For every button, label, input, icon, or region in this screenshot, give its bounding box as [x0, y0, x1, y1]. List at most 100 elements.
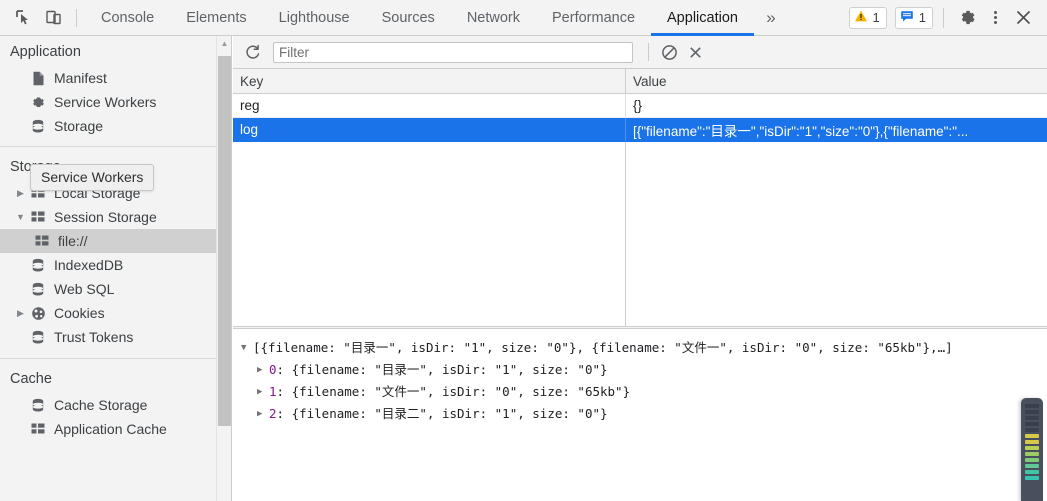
- preview-child-row[interactable]: ▶ 0 : {filename: "目录一", isDir: "1", size…: [233, 359, 1047, 381]
- storage-panel: Key Value reg {} log [{"filename":"目录一",…: [233, 36, 1047, 501]
- table-icon: [32, 233, 52, 249]
- gear-icon[interactable]: [953, 1, 981, 35]
- more-tabs-label: »: [766, 7, 776, 27]
- sidebar-item-file-origin[interactable]: file://: [0, 229, 231, 253]
- preview-root-text: [{filename: "目录一", isDir: "1", size: "0"…: [253, 340, 953, 355]
- sidebar-item-label: Web SQL: [54, 281, 115, 297]
- chevron-down-icon[interactable]: ▼: [241, 337, 253, 359]
- message-icon: [900, 9, 914, 26]
- topbar-actions: 1 1: [848, 1, 1047, 35]
- refresh-icon[interactable]: [239, 39, 265, 65]
- table-empty-area: [233, 142, 1047, 326]
- chevron-right-icon[interactable]: ▶: [257, 381, 269, 403]
- preview-child-index: 1: [269, 384, 277, 399]
- clear-all-icon[interactable]: [656, 39, 682, 65]
- sidebar-item-manifest[interactable]: ▶ Manifest: [0, 66, 231, 90]
- tab-label: Network: [466, 9, 520, 26]
- toolbar-divider: [648, 43, 649, 61]
- tab-label: Elements: [186, 9, 247, 26]
- preview-root-row[interactable]: ▼ [{filename: "目录一", isDir: "1", size: "…: [233, 337, 1047, 359]
- sidebar-item-label: Service Workers: [54, 94, 157, 110]
- table-empty-value-column: [626, 142, 1047, 326]
- message-count-badge[interactable]: 1: [894, 6, 933, 29]
- more-tabs-icon[interactable]: »: [754, 0, 788, 36]
- filter-input[interactable]: [273, 41, 633, 63]
- level-meter-segment: [1025, 464, 1039, 468]
- table-header-row: Key Value: [233, 69, 1047, 94]
- tab-elements[interactable]: Elements: [170, 0, 262, 36]
- table-row[interactable]: reg {}: [233, 94, 1047, 118]
- tab-application[interactable]: Application: [651, 0, 754, 36]
- scroll-up-arrow-icon[interactable]: ▲: [217, 36, 231, 51]
- sidebar-item-label: Application Cache: [54, 421, 167, 437]
- table-empty-key-column: [233, 142, 626, 326]
- chevron-right-icon[interactable]: ▶: [14, 307, 27, 320]
- cell-key: reg: [233, 94, 626, 117]
- database-icon: [28, 329, 48, 345]
- column-header-value[interactable]: Value: [626, 69, 1047, 93]
- sidebar-item-cookies[interactable]: ▶ Cookies: [0, 301, 231, 325]
- cell-value: [{"filename":"目录一","isDir":"1","size":"0…: [633, 123, 969, 139]
- message-count: 1: [918, 10, 926, 25]
- sidebar-item-label: Trust Tokens: [54, 329, 134, 345]
- sidebar-section-cache: Cache: [10, 371, 52, 387]
- level-meter-segment: [1025, 416, 1039, 420]
- sidebar-item-label: Cookies: [54, 305, 105, 321]
- sidebar-item-web-sql[interactable]: ▶ Web SQL: [0, 277, 231, 301]
- sidebar-scrollbar[interactable]: ▲: [216, 36, 231, 501]
- application-sidebar: Application ▶ Manifest ▶ Service Workers…: [0, 36, 232, 501]
- sidebar-item-cache-storage[interactable]: ▶ Cache Storage: [0, 393, 231, 417]
- sidebar-item-label: Session Storage: [54, 209, 157, 225]
- sidebar-item-indexeddb[interactable]: ▶ IndexedDB: [0, 253, 231, 277]
- more-options-icon[interactable]: [981, 1, 1009, 35]
- devtools-tabbar: Console Elements Lighthouse Sources Netw…: [0, 0, 1047, 36]
- sidebar-item-application-cache[interactable]: ▶ Application Cache: [0, 417, 231, 441]
- level-meter-segment: [1025, 440, 1039, 444]
- devtools-window: Console Elements Lighthouse Sources Netw…: [0, 0, 1047, 501]
- sidebar-item-service-workers[interactable]: ▶ Service Workers: [0, 90, 231, 114]
- table-row[interactable]: log [{"filename":"目录一","isDir":"1","size…: [233, 118, 1047, 142]
- document-icon: [28, 70, 48, 86]
- tab-console[interactable]: Console: [85, 0, 170, 36]
- tab-label: Application: [667, 9, 738, 26]
- column-header-key[interactable]: Key: [233, 69, 626, 93]
- scrollbar-thumb[interactable]: [218, 56, 231, 426]
- level-meter-widget: [1021, 398, 1043, 501]
- cookie-icon: [28, 305, 48, 321]
- chevron-right-icon[interactable]: ▶: [257, 359, 269, 381]
- tab-lighthouse[interactable]: Lighthouse: [263, 0, 366, 36]
- storage-toolbar: [233, 36, 1047, 69]
- preview-child-text: : {filename: "文件一", isDir: "0", size: "6…: [276, 384, 631, 399]
- sidebar-item-trust-tokens[interactable]: ▶ Trust Tokens: [0, 325, 231, 349]
- chevron-right-icon[interactable]: ▶: [14, 187, 27, 200]
- sidebar-item-session-storage[interactable]: ▼ Session Storage: [0, 205, 231, 229]
- level-meter-segment: [1025, 404, 1039, 408]
- chevron-down-icon[interactable]: ▼: [14, 211, 27, 224]
- warning-count-badge[interactable]: 1: [848, 6, 887, 29]
- chevron-right-icon[interactable]: ▶: [257, 403, 269, 425]
- sidebar-item-storage-app[interactable]: ▶ Storage: [0, 114, 231, 138]
- delete-selected-icon[interactable]: [682, 39, 708, 65]
- preview-child-row[interactable]: ▶ 2 : {filename: "目录二", isDir: "1", size…: [233, 403, 1047, 425]
- tab-performance[interactable]: Performance: [536, 0, 651, 36]
- tab-network[interactable]: Network: [451, 0, 536, 36]
- actions-divider: [943, 7, 944, 28]
- sidebar-item-label: Storage: [54, 118, 104, 134]
- level-meter-segment: [1025, 434, 1039, 438]
- preview-child-row[interactable]: ▶ 1 : {filename: "文件一", isDir: "0", size…: [233, 381, 1047, 403]
- inspect-element-icon[interactable]: [8, 1, 38, 35]
- device-toolbar-icon[interactable]: [38, 1, 68, 35]
- level-meter-segment: [1025, 410, 1039, 414]
- preview-child-text: : {filename: "目录一", isDir: "1", size: "0…: [276, 362, 608, 377]
- level-meter-segment: [1025, 422, 1039, 426]
- sidebar-section-application: Application: [10, 44, 81, 60]
- tab-sources[interactable]: Sources: [366, 0, 451, 36]
- database-icon: [28, 281, 48, 297]
- value-preview: ▼ [{filename: "目录一", isDir: "1", size: "…: [233, 329, 1047, 425]
- database-icon: [28, 257, 48, 273]
- close-icon[interactable]: [1009, 1, 1037, 35]
- tab-label: Lighthouse: [278, 9, 350, 26]
- tab-label: Performance: [552, 9, 636, 26]
- level-meter-segment: [1025, 446, 1039, 450]
- cell-key: log: [233, 118, 626, 141]
